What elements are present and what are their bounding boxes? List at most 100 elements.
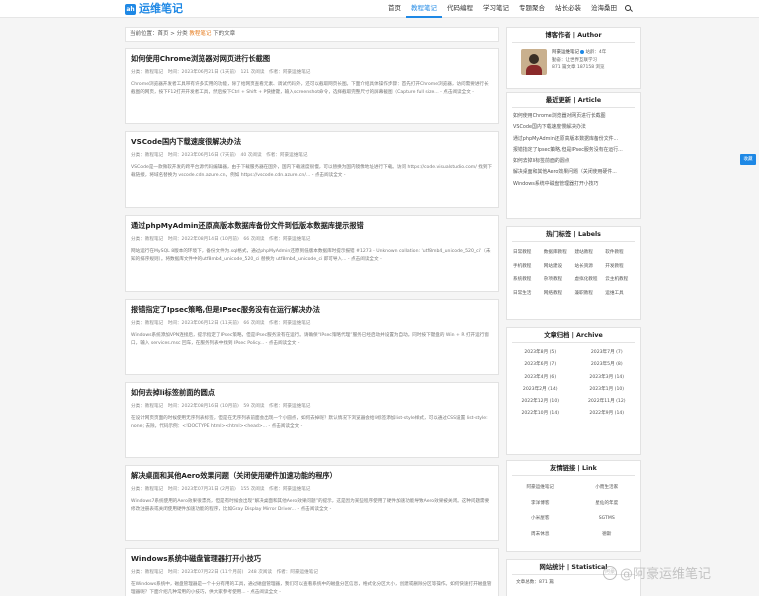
archive-month-link[interactable]: 2023年3月 (14) (574, 372, 641, 384)
nav-tutorials[interactable]: 教程笔记 (406, 0, 442, 18)
nav-archive-misc[interactable]: 沧海桑田 (586, 0, 622, 18)
breadcrumb-separator: > (168, 31, 177, 37)
author-widget: 博客作者 | Author 阿豪运维笔记 站龄：4年 勤奋：让世界互联学习 87… (506, 27, 641, 89)
tag-link[interactable]: 运维工具 (605, 287, 636, 301)
author-name[interactable]: 阿豪运维笔记 (552, 50, 579, 55)
breadcrumb-label: 分类 (176, 31, 188, 37)
author-card: 阿豪运维笔记 站龄：4年 勤奋：让世界互联学习 871 篇文章 187158 浏… (507, 43, 640, 75)
post-excerpt: 在设计网页页面的时候使用无序列表标签，但是在无序列表前面会出现一个小圆点，如何去… (131, 416, 488, 429)
nav-coding[interactable]: 代码编程 (442, 0, 478, 18)
archive-month-link[interactable]: 2022年11月 (12) (574, 396, 641, 408)
tag-link[interactable]: 网站建设 (544, 260, 575, 274)
archive-month-link[interactable]: 2022年10月 (14) (507, 408, 574, 420)
nav-home[interactable]: 首页 (383, 0, 406, 18)
favorite-float-button[interactable]: 收藏 (740, 154, 756, 165)
archive-list: 2023年8月 (5) 2023年7月 (7) 2023年6月 (7) 2023… (507, 343, 640, 421)
watermark: 阿豪 @阿豪运维笔记 (603, 563, 711, 582)
archive-month-link[interactable]: 2023年6月 (7) (507, 359, 574, 371)
post-excerpt: 在Windows系统中，磁盘管理器是一个十分有用的工具，通过磁盘管理器，我们可以… (131, 582, 492, 595)
tag-link[interactable]: 云主机教程 (605, 273, 636, 287)
tag-link[interactable]: 日常教程 (513, 246, 544, 260)
friend-link[interactable]: 李洋博客 (507, 496, 574, 512)
post-excerpt: VSCode是一款微软开发的跨平台源代码编辑器，由于下载服务器在国外，国内下载速… (131, 165, 493, 178)
latest-article-link[interactable]: Windows系统中磁盘管理器打开小技巧 (513, 179, 635, 190)
friend-link[interactable]: 小米屋客 (507, 511, 574, 527)
friend-link[interactable]: 星仙的年度 (574, 496, 641, 512)
author-info: 阿豪运维笔记 站龄：4年 勤奋：让世界互联学习 871 篇文章 187158 浏… (552, 49, 606, 75)
tag-link[interactable]: 开发教程 (605, 260, 636, 274)
verified-icon (580, 49, 584, 54)
post-title[interactable]: 报错指定了Ipsec策略,但是IPsec服务没有在运行解决办法 (131, 304, 493, 315)
friend-link[interactable]: 德斯 (574, 527, 641, 543)
friend-link[interactable]: 小而生活家 (574, 480, 641, 496)
watermark-text: @阿豪运维笔记 (620, 567, 712, 582)
tag-link[interactable]: 建站教程 (575, 246, 606, 260)
site-header: ah 运维笔记 首页 教程笔记 代码编程 学习笔记 专题聚合 站长必装 沧海桑田 (0, 0, 759, 18)
logo-icon: ah (125, 3, 136, 15)
friend-link[interactable]: 周末休息 (507, 527, 574, 543)
archive-month-link[interactable]: 2023年5月 (8) (574, 359, 641, 371)
post-list: 如何使用Chrome浏览器对网页进行长截图 分类：教程笔记 时间：2023年06… (125, 48, 499, 596)
tag-link[interactable]: 手机教程 (513, 260, 544, 274)
tag-link[interactable]: 数据库教程 (544, 246, 575, 260)
archive-month-link[interactable]: 2023年7月 (7) (574, 347, 641, 359)
archive-month-link[interactable]: 2023年2月 (14) (507, 384, 574, 396)
tag-link[interactable]: 站长资源 (575, 260, 606, 274)
post-title[interactable]: 通过phpMyAdmin还原高版本数据库备份文件到低版本数据库提示报错 (131, 220, 493, 231)
tag-link[interactable]: 网络教程 (544, 287, 575, 301)
nav-study-notes[interactable]: 学习笔记 (478, 0, 514, 18)
tag-link[interactable]: 软件教程 (605, 246, 636, 260)
widget-title: 博客作者 | Author (545, 32, 602, 39)
friend-link[interactable]: 阿豪运维笔记 (507, 480, 574, 496)
archive-month-link[interactable]: 2023年4月 (6) (507, 372, 574, 384)
author-stats: 871 篇文章 187158 浏览 (552, 65, 605, 70)
post-meta: 分类：教程笔记 时间：2023年06月21日 (1天前) 121 次阅读 作者：… (131, 70, 311, 75)
archive-month-link[interactable]: 2023年1月 (10) (574, 384, 641, 396)
friend-link[interactable]: SGTMS (574, 511, 641, 527)
tag-link[interactable]: 系统教程 (513, 273, 544, 287)
post-card: Windows系统中磁盘管理器打开小技巧 分类：教程笔记 时间：2023年07月… (125, 548, 499, 596)
archive-month-link[interactable]: 2022年12月 (10) (507, 396, 574, 408)
post-title[interactable]: 如何去掉li标签前面的圆点 (131, 387, 493, 398)
hot-tags-widget: 热门标签 | Labels 日常教程 数据库教程 建站教程 软件教程 手机教程 … (506, 226, 641, 320)
post-title[interactable]: VSCode国内下载速度很解决办法 (131, 136, 493, 147)
friend-links-list: 阿豪运维笔记 小而生活家 李洋博客 星仙的年度 小米屋客 SGTMS 周末休息 … (507, 476, 640, 542)
archive-month-link[interactable]: 2023年8月 (5) (507, 347, 574, 359)
latest-article-link[interactable]: VSCode国内下载速度慢解决办法 (513, 122, 635, 133)
widget-title: 文章归档 | Archive (544, 332, 603, 339)
post-title[interactable]: 如何使用Chrome浏览器对网页进行长截图 (131, 53, 493, 64)
latest-article-link[interactable]: 如何去掉li标签前面的圆点 (513, 156, 635, 167)
tag-link[interactable]: 杂项教程 (544, 273, 575, 287)
archive-widget: 文章归档 | Archive 2023年8月 (5) 2023年7月 (7) 2… (506, 327, 641, 455)
page: ah 运维笔记 首页 教程笔记 代码编程 学习笔记 专题聚合 站长必装 沧海桑田… (0, 0, 759, 596)
avatar[interactable] (521, 49, 547, 75)
breadcrumb-category[interactable]: 教程笔记 (189, 31, 211, 37)
latest-articles-widget: 最近更新 | Article 如何使用Chrome浏览器对网页进行长截图 VSC… (506, 92, 641, 219)
post-title[interactable]: Windows系统中磁盘管理器打开小技巧 (131, 553, 493, 564)
latest-article-link[interactable]: 报错指定了Ipsec策略,但是IPsec服务没有在运行... (513, 145, 635, 156)
search-icon[interactable] (624, 0, 633, 18)
latest-article-link[interactable]: 通过phpMyAdmin还原高版本数据库备份文件... (513, 134, 635, 145)
latest-article-link[interactable]: 解决桌面和其他Aero效果问题（关闭使用硬件... (513, 167, 635, 178)
post-card: 报错指定了Ipsec策略,但是IPsec服务没有在运行解决办法 分类：教程笔记 … (125, 299, 499, 375)
post-excerpt: Chrome浏览器开发者工具带有许多实用的功能，除了给网页查看元素、调试代码外，… (131, 82, 489, 95)
post-card: 解决桌面和其他Aero效果问题（关闭使用硬件加速功能的程序） 分类：教程笔记 时… (125, 465, 499, 541)
nav-webmaster-tools[interactable]: 站长必装 (550, 0, 586, 18)
tag-link[interactable]: 日常生活 (513, 287, 544, 301)
author-motto: 勤奋：让世界互联学习 (552, 57, 597, 63)
site-logo[interactable]: ah 运维笔记 (125, 2, 183, 16)
tag-cloud: 日常教程 数据库教程 建站教程 软件教程 手机教程 网站建设 站长资源 开发教程… (507, 242, 640, 300)
post-meta: 分类：教程笔记 时间：2022年08月14日 (10月前) 66 次阅读 作者：… (131, 237, 311, 242)
site-name: 运维笔记 (139, 2, 183, 15)
post-card: 如何使用Chrome浏览器对网页进行长截图 分类：教程笔记 时间：2023年06… (125, 48, 499, 124)
post-title[interactable]: 解决桌面和其他Aero效果问题（关闭使用硬件加速功能的程序） (131, 470, 493, 481)
latest-article-link[interactable]: 如何使用Chrome浏览器对网页进行长截图 (513, 111, 635, 122)
friend-links-widget: 友情链接 | Link 阿豪运维笔记 小而生活家 李洋博客 星仙的年度 小米屋客… (506, 460, 641, 552)
breadcrumb: 当前位置：首页 > 分类 教程笔记 下的文章 (125, 27, 499, 42)
archive-month-link[interactable]: 2022年9月 (14) (574, 408, 641, 420)
post-excerpt: Windows系统添加VPN连接后，提示指定了IPsec策略，但是IPsec服务… (131, 333, 489, 346)
breadcrumb-home[interactable]: 当前位置：首页 (130, 31, 169, 37)
nav-topics[interactable]: 专题聚合 (514, 0, 550, 18)
tag-link[interactable]: 虚拟化教程 (575, 273, 606, 287)
tag-link[interactable]: 兼职教程 (575, 287, 606, 301)
